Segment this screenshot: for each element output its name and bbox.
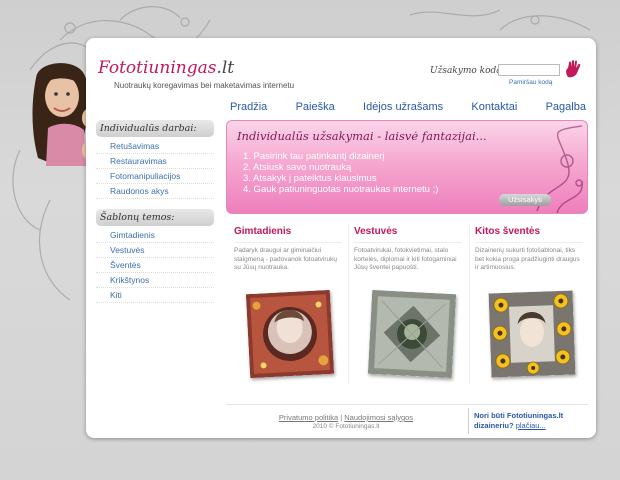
column-text-wedding: Fotoatvirukai, fotokvietimai, stalo kort… (354, 247, 457, 271)
terms-link[interactable]: Naudojimosi sąlygos (344, 413, 413, 422)
designer-promo: Nori būti Fototiuningas.lt dizaineriu? p… (474, 411, 592, 431)
sidebar-item-birthday[interactable]: Gimtadienis (96, 228, 214, 243)
banner-steps: 1. Pasirink tau patinkantį dizainerį 2. … (243, 151, 438, 195)
site-logo[interactable]: Fototiuningas.lt (98, 58, 234, 78)
birthday-thumbnail[interactable] (245, 289, 335, 379)
sidebar-heading-individual: Individualūs darbai: (96, 120, 214, 137)
column-divider (469, 224, 470, 384)
banner-step: 4. Gauk patiuninguotas nuotraukas intern… (243, 184, 439, 195)
wedding-thumbnail[interactable] (367, 289, 457, 379)
sidebar-item-christening[interactable]: Krikštynos (96, 273, 214, 288)
banner-step: 2. Atsiusk savo nuotrauką (243, 162, 352, 173)
sidebar-item-holidays[interactable]: Šventės (96, 258, 214, 273)
banner-title: Individualūs užsakymai - laisvė fantazij… (237, 129, 487, 143)
footer-link-separator: | (340, 413, 343, 422)
sidebar: Individualūs darbai: Retušavimas Restaur… (96, 120, 214, 313)
order-code-input[interactable] (498, 64, 560, 76)
nav-home[interactable]: Pradžia (230, 101, 267, 113)
footer-divider (226, 404, 588, 405)
sidebar-item-wedding[interactable]: Vestuvės (96, 243, 214, 258)
sidebar-item-retouching[interactable]: Retušavimas (96, 139, 214, 154)
column-title-wedding[interactable]: Vestuvės (354, 226, 462, 243)
holiday-thumbnail[interactable] (488, 290, 576, 378)
column-wedding: Vestuvės Fotoatvirukai, fotokvietimai, s… (354, 226, 462, 273)
copyright: 2010 © Fototiuningas.lt (312, 423, 380, 430)
sidebar-item-red-eyes[interactable]: Raudonos akys (96, 184, 214, 199)
nav-contacts[interactable]: Kontaktai (471, 101, 517, 113)
column-birthday: Gimtadienis Padaryk draugui ar giminaiči… (234, 226, 342, 273)
banner-step: 1. Pasirink tau patinkantį dizainerį (243, 151, 385, 162)
forgot-code-link[interactable]: Pamiršau kodą (509, 79, 552, 86)
footer-links: Privatumo politika | Naudojimosi sąlygos (256, 413, 436, 422)
sidebar-item-restoration[interactable]: Restauravimas (96, 154, 214, 169)
banner-step: 3. Atsakyk į pateiktus klausimus (243, 173, 377, 184)
privacy-policy-link[interactable]: Privatumo politika (279, 413, 338, 422)
logo-tld: .lt (216, 58, 235, 78)
sidebar-heading-templates: Šablonų temos: (96, 209, 214, 226)
tagline: Nuotraukų koregavimas bei maketavimas in… (114, 81, 295, 90)
column-title-birthday[interactable]: Gimtadienis (234, 226, 342, 243)
hand-submit-icon[interactable] (564, 60, 582, 78)
logo-text: Fototiuningas (98, 58, 217, 78)
nav-search[interactable]: Paieška (296, 101, 335, 113)
nav-ideas[interactable]: Idėjos užrašams (363, 101, 443, 113)
sidebar-item-photomanipulation[interactable]: Fotomanipuliacijos (96, 169, 214, 184)
footer-separator (468, 408, 469, 434)
column-title-other-holidays[interactable]: Kitos šventės (475, 226, 583, 243)
column-text-birthday: Padaryk draugui ar giminaičiui staigmeną… (234, 247, 337, 271)
order-button[interactable]: Užsisakyti (499, 194, 551, 206)
read-more-link[interactable]: plačiau... (516, 421, 546, 430)
nav-help[interactable]: Pagalba (546, 101, 586, 113)
sidebar-item-other[interactable]: Kiti (96, 288, 214, 303)
column-text-other-holidays: Dizainerių sukurti fotošablonai, tiks be… (475, 247, 580, 271)
main-nav: Pradžia Paieška Idėjos užrašams Kontakta… (230, 101, 586, 113)
column-other-holidays: Kitos šventės Dizainerių sukurti fotošab… (475, 226, 583, 273)
promo-banner: Individualūs užsakymai - laisvė fantazij… (226, 120, 588, 214)
main-card: Fototiuningas.lt Nuotraukų koregavimas b… (86, 38, 596, 438)
column-divider (348, 224, 349, 384)
